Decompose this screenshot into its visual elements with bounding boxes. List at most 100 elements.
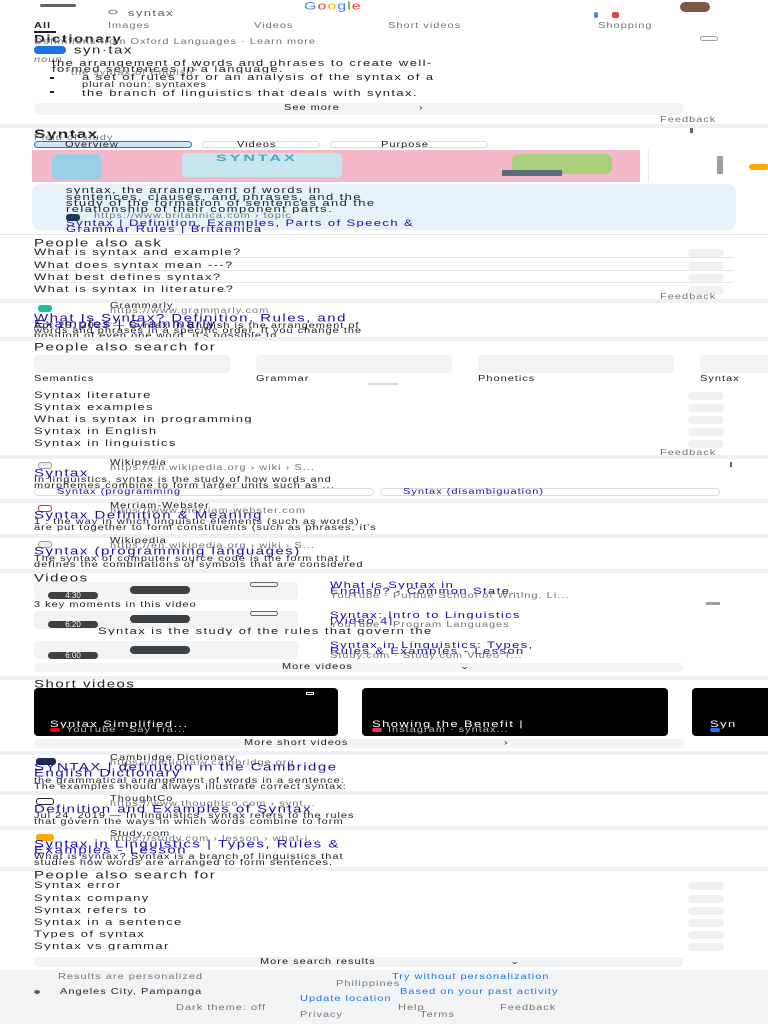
volume-icon[interactable] <box>306 692 314 695</box>
facebook-icon <box>710 728 720 732</box>
more-search-results-button[interactable]: More search results ⌄ <box>34 957 684 967</box>
pass-card[interactable] <box>34 355 230 373</box>
pass-item[interactable]: Types of syntax <box>34 929 145 938</box>
pass-item[interactable]: Syntax vs grammar <box>34 941 170 950</box>
tab-short-videos[interactable]: Short videos <box>388 22 461 30</box>
see-more-button[interactable]: See more › <box>34 103 684 115</box>
more-short-videos-button[interactable]: More short videos › <box>34 739 684 748</box>
pass-item[interactable]: Syntax literature <box>34 390 152 399</box>
pass-item[interactable]: Syntax refers to <box>34 905 147 914</box>
key-moments[interactable]: 3 key moments in this video <box>34 601 197 609</box>
short-video-card[interactable]: Syntax Simplified... YouTube · Say Tra..… <box>34 688 338 736</box>
chevron-right-icon: › <box>504 739 509 747</box>
try-without-personalization-link[interactable]: Try without personalization <box>392 973 549 981</box>
play-icon[interactable] <box>130 586 190 594</box>
grammarly-favicon <box>38 305 52 312</box>
pass-card-label[interactable]: Syntax <box>700 375 768 383</box>
chevron-down-icon[interactable] <box>688 274 724 282</box>
play-icon[interactable] <box>130 615 190 623</box>
tab-all-underline <box>34 31 56 33</box>
pass-card-label[interactable]: Phonetics <box>478 375 535 383</box>
chevron-down-icon[interactable] <box>706 602 720 605</box>
sitelink-label: Syntax (programming <box>57 488 182 496</box>
section-divider <box>0 124 768 128</box>
account-avatar[interactable] <box>680 2 710 12</box>
chip-videos[interactable]: Videos <box>202 141 320 149</box>
chevron-down-icon[interactable] <box>688 262 724 270</box>
chip-videos-label: Videos <box>237 141 277 149</box>
sitelink-chip[interactable]: Syntax (disambiguation) <box>380 488 720 496</box>
feedback-link[interactable]: Feedback <box>660 116 716 124</box>
sitelink-chip[interactable]: Syntax (programming <box>34 488 374 496</box>
snippet-source-title-2[interactable]: Grammar Rules | Britannica <box>66 224 263 233</box>
search-query[interactable]: syntax <box>128 8 174 17</box>
pass-card-label[interactable]: Grammar <box>256 375 309 383</box>
video-snippet: Syntax is the study of the rules that go… <box>98 626 433 636</box>
paa-question[interactable]: What is syntax in literature? <box>34 284 234 293</box>
play-icon[interactable] <box>130 646 190 654</box>
footer-link-dark-theme[interactable]: Dark theme: off <box>176 1004 266 1012</box>
bullet <box>50 91 54 93</box>
paa-question[interactable]: What does syntax mean ---? <box>34 260 234 269</box>
search-icon[interactable] <box>688 404 724 412</box>
search-icon[interactable] <box>688 895 724 903</box>
pass-item[interactable]: Syntax error <box>34 880 122 889</box>
more-videos-button[interactable]: More videos ⌄ <box>34 663 684 672</box>
search-icon[interactable] <box>688 428 724 436</box>
pass-card[interactable] <box>256 355 452 373</box>
chevron-down-icon[interactable] <box>688 249 724 257</box>
chip-purpose[interactable]: Purpose <box>330 141 488 149</box>
result-url[interactable]: https://en.wikipedia.org › wiki › S... <box>110 464 315 472</box>
footer-link-feedback[interactable]: Feedback <box>500 1004 556 1012</box>
divider <box>0 234 768 235</box>
based-on-activity-link[interactable]: Based on your past activity <box>400 988 558 996</box>
search-icon[interactable] <box>688 416 724 424</box>
paa-question[interactable]: What is syntax and example? <box>34 247 242 256</box>
pass-item[interactable]: Syntax examples <box>34 402 154 411</box>
paa-question[interactable]: What best defines syntax? <box>34 272 221 281</box>
pass-card[interactable] <box>478 355 674 373</box>
tab-shopping[interactable]: Shopping <box>598 22 653 30</box>
pass-item[interactable]: Syntax company <box>34 893 150 902</box>
search-icon[interactable] <box>688 931 724 939</box>
location-dot-icon <box>34 990 40 994</box>
update-location-link[interactable]: Update location <box>300 995 391 1003</box>
banner-image-2[interactable] <box>648 150 768 182</box>
search-icon[interactable] <box>688 919 724 927</box>
footer-link-terms[interactable]: Terms <box>420 1011 455 1019</box>
footer-link-privacy[interactable]: Privacy <box>300 1011 343 1019</box>
short-video-card[interactable]: Showing the Benefit | Instagram · syntax… <box>362 688 668 736</box>
result-snippet: that govern the ways in which words comb… <box>34 818 344 826</box>
video-duration: 4:30 <box>48 592 98 600</box>
search-icon[interactable] <box>108 9 118 15</box>
more-options-icon[interactable] <box>690 128 693 133</box>
pass-item[interactable]: Syntax in English <box>34 426 158 435</box>
pass-card[interactable] <box>700 355 768 373</box>
syntax-banner-image[interactable]: SYNTAX <box>32 150 640 182</box>
dictionary-share-icon[interactable] <box>700 36 718 41</box>
pass-title: People also search for <box>34 342 217 353</box>
search-icon[interactable] <box>688 392 724 400</box>
pass-item[interactable]: What is syntax in programming <box>34 414 253 423</box>
pass-item[interactable]: Syntax in a sentence <box>34 917 183 926</box>
search-icon[interactable] <box>688 882 724 890</box>
short-video-card[interactable]: Syn <box>692 688 768 736</box>
chip-overview[interactable]: Overview <box>34 141 192 149</box>
more-options-icon[interactable] <box>730 462 732 467</box>
google-logo[interactable]: Google <box>304 1 362 12</box>
pronounce-audio-icon[interactable] <box>34 46 66 54</box>
pass-item[interactable]: Syntax in linguistics <box>34 438 177 447</box>
chip-purpose-label: Purpose <box>381 141 429 149</box>
banner-shape <box>749 164 768 170</box>
search-icon[interactable] <box>688 440 724 448</box>
search-icon[interactable] <box>688 943 724 951</box>
tab-images[interactable]: Images <box>108 22 150 30</box>
lens-icon[interactable] <box>612 12 619 18</box>
banner-laptop <box>502 170 562 176</box>
search-icon[interactable] <box>688 907 724 915</box>
tab-videos[interactable]: Videos <box>254 22 293 30</box>
tab-all[interactable]: All <box>34 22 51 30</box>
menu-icon[interactable] <box>40 4 76 7</box>
mic-icon[interactable] <box>594 12 598 18</box>
pass-card-label[interactable]: Semantics <box>34 375 94 383</box>
